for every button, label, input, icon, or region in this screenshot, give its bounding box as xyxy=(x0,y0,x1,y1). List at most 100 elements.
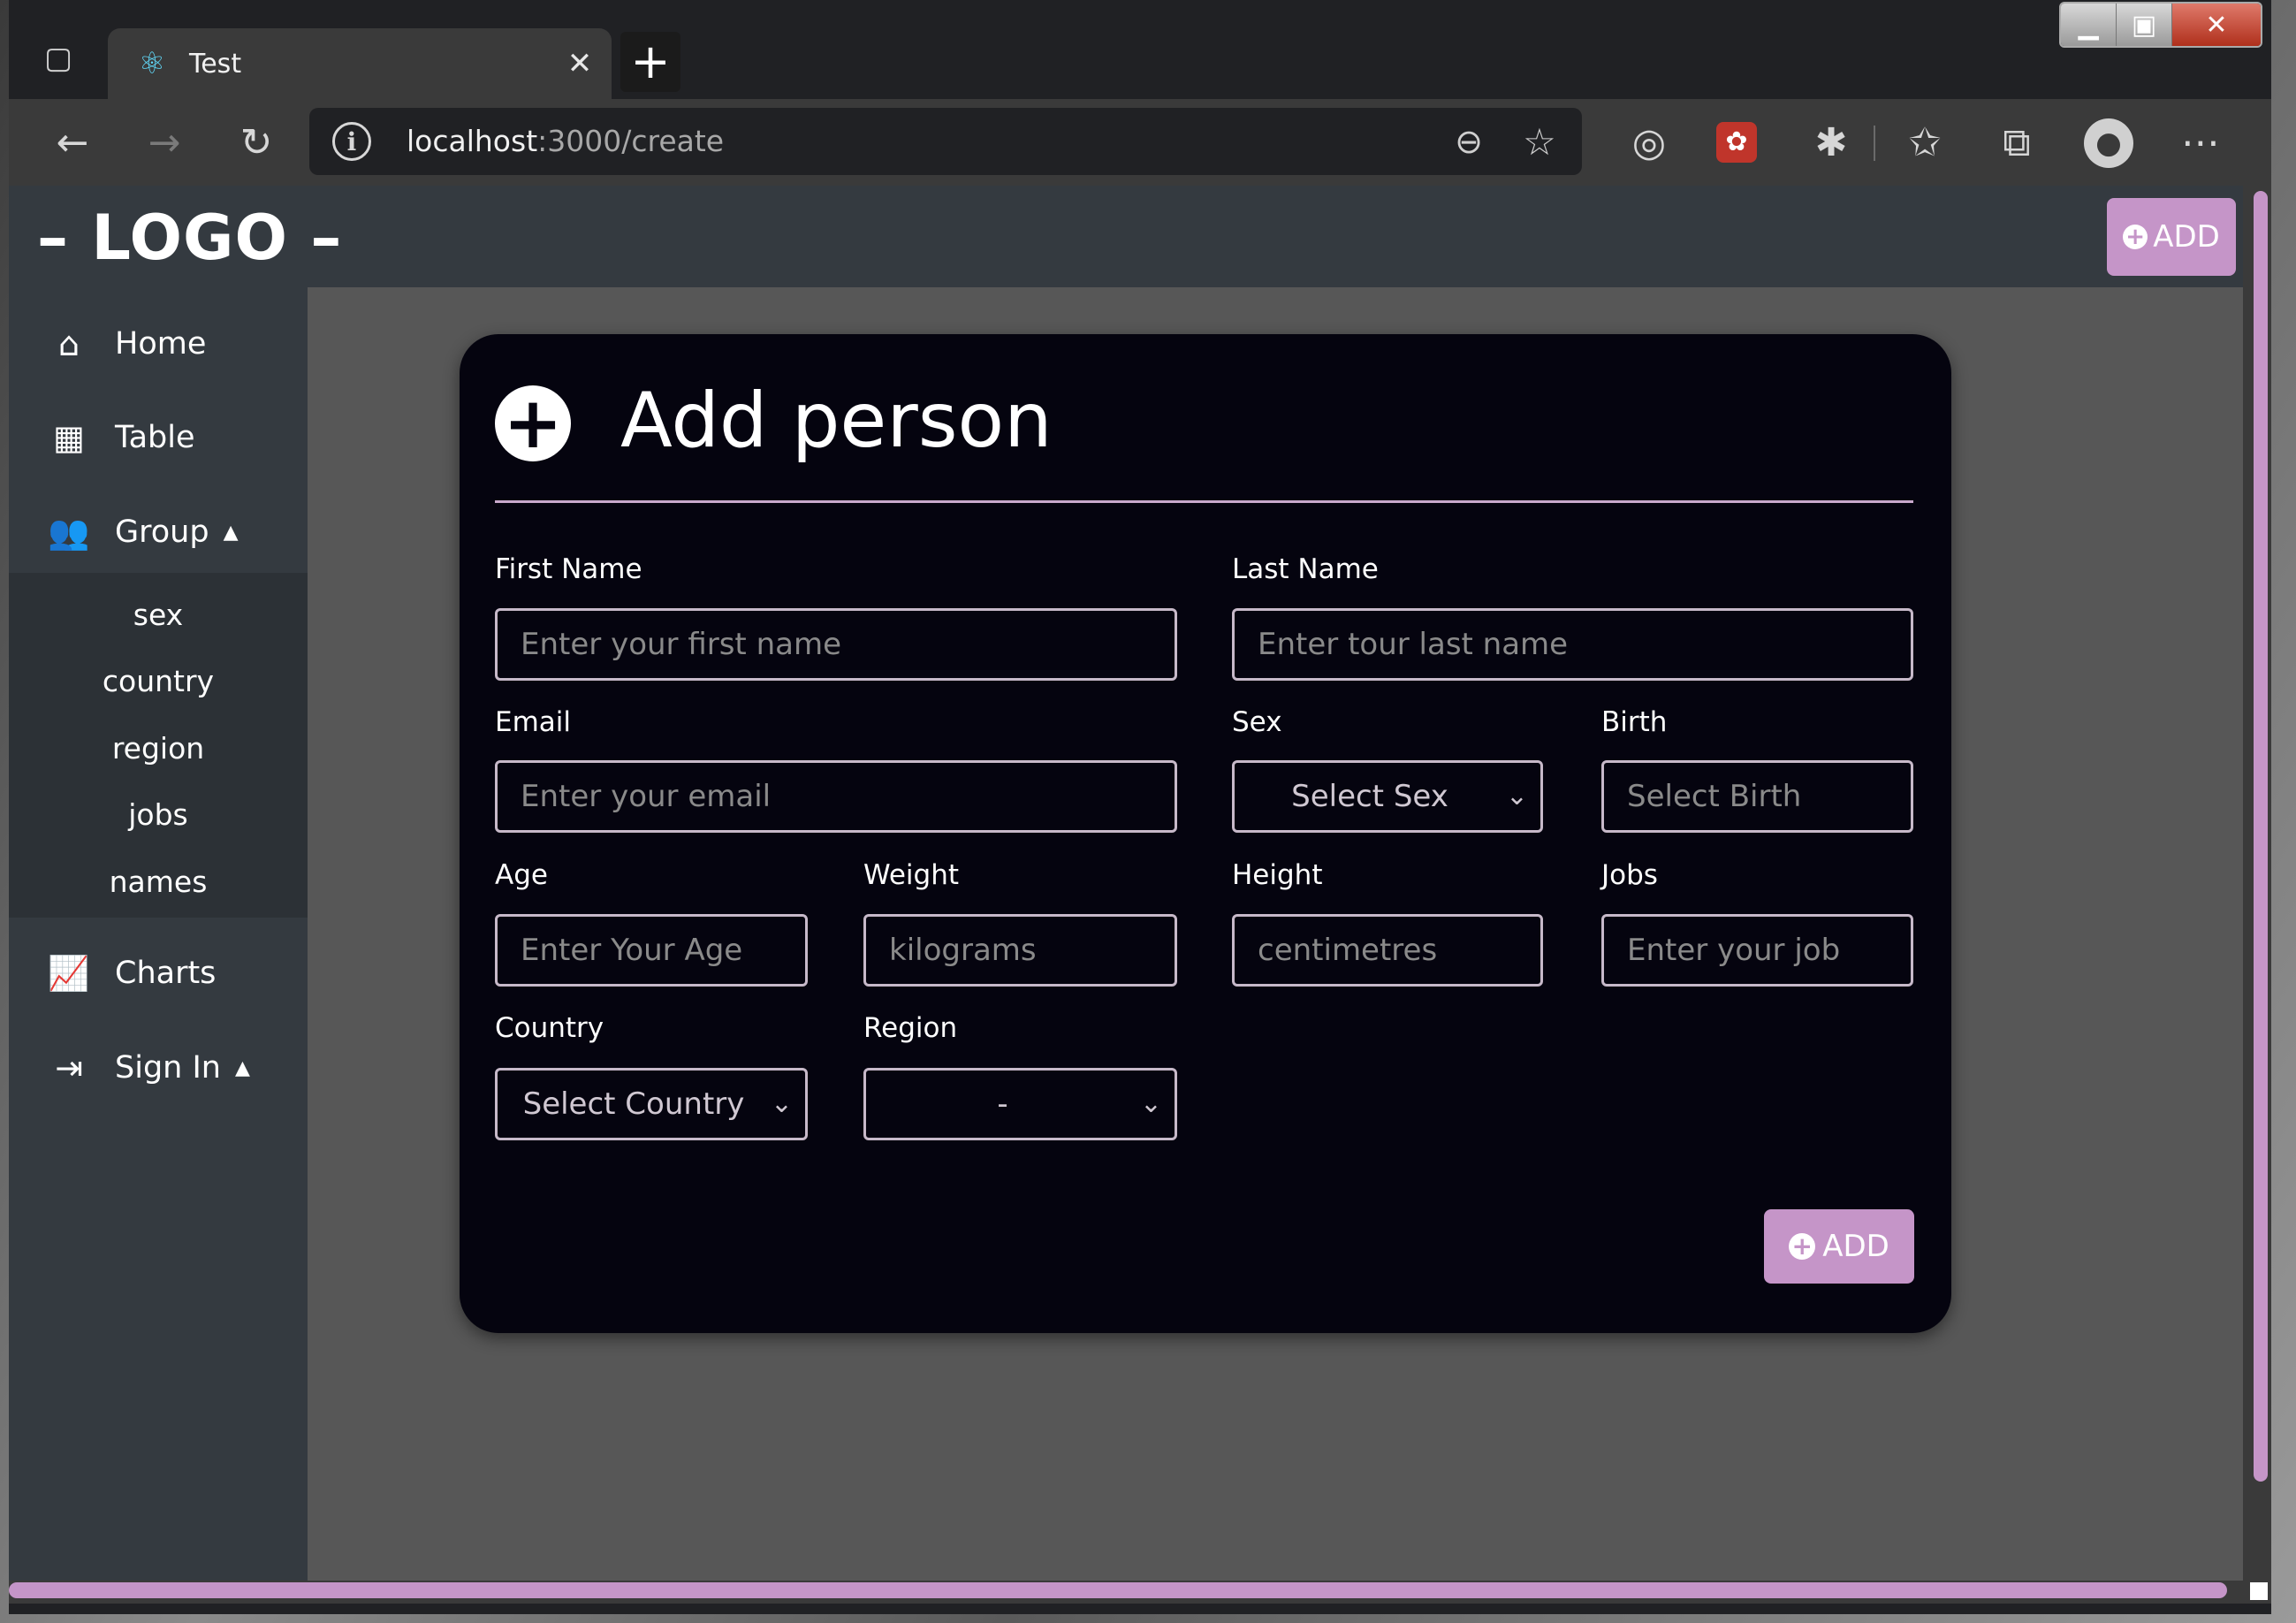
logo[interactable]: – LOGO – xyxy=(37,202,342,274)
browser-toolbar: ← → ↻ i localhost:3000/create ⊖ ☆ ◎ ✿ ✱ … xyxy=(9,99,2271,187)
weight-input[interactable]: kilograms xyxy=(863,914,1177,987)
minimize-icon[interactable]: ▁ xyxy=(2061,4,2117,46)
region-select-value: - xyxy=(997,1086,1008,1122)
plus-circle-icon: + xyxy=(495,385,571,461)
country-label: Country xyxy=(495,1012,604,1044)
birth-input[interactable]: Select Birth xyxy=(1601,760,1913,833)
zoom-out-icon[interactable]: ⊖ xyxy=(1448,120,1490,163)
horizontal-scrollbar[interactable] xyxy=(9,1581,2271,1604)
sidebar-item-group[interactable]: 👥 Group ▲ xyxy=(9,492,308,572)
submenu-item-country[interactable]: country xyxy=(9,655,308,708)
header-add-button[interactable]: + ADD xyxy=(2107,198,2236,276)
sidebar-item-charts[interactable]: 📈 Charts xyxy=(9,933,308,1013)
scrollbar-corner xyxy=(2250,1582,2268,1600)
favorites-icon[interactable]: ✩ xyxy=(1900,118,1950,168)
browser-window: ▢ ⚛ Test ✕ + ▁ ▣ ✕ ← → ↻ i localhost:300… xyxy=(9,0,2271,1614)
toolbar-separator xyxy=(1874,126,1875,161)
header-add-label: ADD xyxy=(2153,219,2220,255)
sidebar-item-table[interactable]: ▦ Table xyxy=(9,398,308,477)
profile-avatar-icon[interactable]: ● xyxy=(2084,118,2133,168)
sidebar-item-label: Group xyxy=(115,514,209,550)
submenu-item-names[interactable]: names xyxy=(9,856,308,909)
group-submenu: sex country region jobs names xyxy=(9,573,308,918)
close-tab-icon[interactable]: ✕ xyxy=(562,46,597,81)
chart-line-icon: 📈 xyxy=(48,953,90,993)
last-name-label: Last Name xyxy=(1232,553,1379,585)
region-label: Region xyxy=(863,1012,958,1044)
url-text[interactable]: localhost:3000/create xyxy=(407,124,724,158)
add-person-card: + Add person First Name Enter your first… xyxy=(460,334,1951,1333)
add-favorite-icon[interactable]: ☆ xyxy=(1517,118,1562,164)
extensions-puzzle-icon[interactable]: ✱ xyxy=(1806,118,1856,168)
page-viewport: – LOGO – + ADD ⌂ Home ▦ Table 👥 Group ▲ … xyxy=(9,186,2243,1581)
horizontal-scroll-thumb[interactable] xyxy=(9,1582,2227,1598)
jobs-label: Jobs xyxy=(1601,859,1658,891)
more-menu-icon[interactable]: ⋯ xyxy=(2176,118,2225,168)
email-label: Email xyxy=(495,706,572,738)
title-divider xyxy=(495,500,1913,503)
chevron-down-icon: ⌄ xyxy=(1505,781,1528,812)
address-bar[interactable]: i localhost:3000/create ⊖ ☆ xyxy=(309,108,1582,175)
country-select[interactable]: Select Country ⌄ xyxy=(495,1068,808,1140)
sex-select-value: Select Sex xyxy=(1291,779,1448,814)
close-window-icon[interactable]: ✕ xyxy=(2172,4,2261,46)
sex-label: Sex xyxy=(1232,706,1282,738)
first-name-input[interactable]: Enter your first name xyxy=(495,608,1177,681)
sidebar-item-home[interactable]: ⌂ Home xyxy=(9,304,308,384)
age-label: Age xyxy=(495,859,548,891)
height-input[interactable]: centimetres xyxy=(1232,914,1543,987)
submenu-item-sex[interactable]: sex xyxy=(9,589,308,642)
home-icon: ⌂ xyxy=(57,324,80,363)
table-icon: ▦ xyxy=(53,418,85,457)
caret-up-icon: ▲ xyxy=(223,521,239,544)
sex-select[interactable]: Select Sex ⌄ xyxy=(1232,760,1543,833)
extension-icon[interactable]: ✿ xyxy=(1716,122,1757,163)
last-name-input[interactable]: Enter tour last name xyxy=(1232,608,1913,681)
site-info-icon[interactable]: i xyxy=(332,122,371,161)
back-icon[interactable]: ← xyxy=(48,118,97,168)
forward-icon[interactable]: → xyxy=(140,118,189,168)
tab-title: Test xyxy=(189,48,242,80)
users-icon: 👥 xyxy=(48,512,90,552)
url-path: :3000/create xyxy=(537,124,725,158)
vertical-scrollbar[interactable] xyxy=(2243,186,2271,1581)
email-input[interactable]: Enter your email xyxy=(495,760,1177,833)
browser-tab[interactable]: ⚛ Test ✕ xyxy=(108,28,612,99)
sidebar-item-sign-in[interactable]: ⇥ Sign In ▲ xyxy=(9,1028,308,1108)
add-submit-button[interactable]: + ADD xyxy=(1764,1209,1914,1284)
sign-in-icon: ⇥ xyxy=(55,1048,83,1087)
chevron-down-icon: ⌄ xyxy=(1139,1088,1162,1119)
age-input[interactable]: Enter Your Age xyxy=(495,914,808,987)
sidebar-item-label: Home xyxy=(115,326,207,362)
add-submit-label: ADD xyxy=(1822,1229,1889,1264)
app-header: – LOGO – + ADD xyxy=(9,186,2243,287)
sidebar-item-label: Table xyxy=(115,420,195,455)
vertical-scroll-thumb[interactable] xyxy=(2254,191,2268,1482)
new-tab-button[interactable]: + xyxy=(620,32,680,92)
tab-actions-icon[interactable]: ▢ xyxy=(35,35,81,81)
react-icon: ⚛ xyxy=(138,46,166,81)
weight-label: Weight xyxy=(863,859,960,891)
birth-label: Birth xyxy=(1601,706,1668,738)
country-select-value: Select Country xyxy=(522,1086,745,1122)
sidebar: ⌂ Home ▦ Table 👥 Group ▲ sex country reg… xyxy=(9,287,308,1581)
chevron-down-icon: ⌄ xyxy=(770,1088,793,1119)
jobs-input[interactable]: Enter your job xyxy=(1601,914,1913,987)
submenu-item-region[interactable]: region xyxy=(9,722,308,775)
caret-up-icon: ▲ xyxy=(234,1056,250,1079)
height-label: Height xyxy=(1232,859,1323,891)
plus-circle-icon: + xyxy=(2123,225,2148,249)
sidebar-item-label: Charts xyxy=(115,956,217,991)
collections-icon[interactable]: ⧉ xyxy=(1992,118,2041,168)
region-select[interactable]: - ⌄ xyxy=(863,1068,1177,1140)
plus-circle-icon: + xyxy=(1789,1233,1816,1260)
window-controls: ▁ ▣ ✕ xyxy=(2059,2,2262,48)
submenu-item-jobs[interactable]: jobs xyxy=(9,789,308,842)
tracking-icon[interactable]: ◎ xyxy=(1624,118,1674,168)
sidebar-item-label: Sign In xyxy=(115,1050,221,1086)
page-title: Add person xyxy=(620,377,1053,465)
url-host: localhost xyxy=(407,124,538,158)
tab-strip: ▢ ⚛ Test ✕ + ▁ ▣ ✕ xyxy=(9,0,2271,99)
maximize-icon[interactable]: ▣ xyxy=(2117,4,2172,46)
refresh-icon[interactable]: ↻ xyxy=(232,118,281,168)
